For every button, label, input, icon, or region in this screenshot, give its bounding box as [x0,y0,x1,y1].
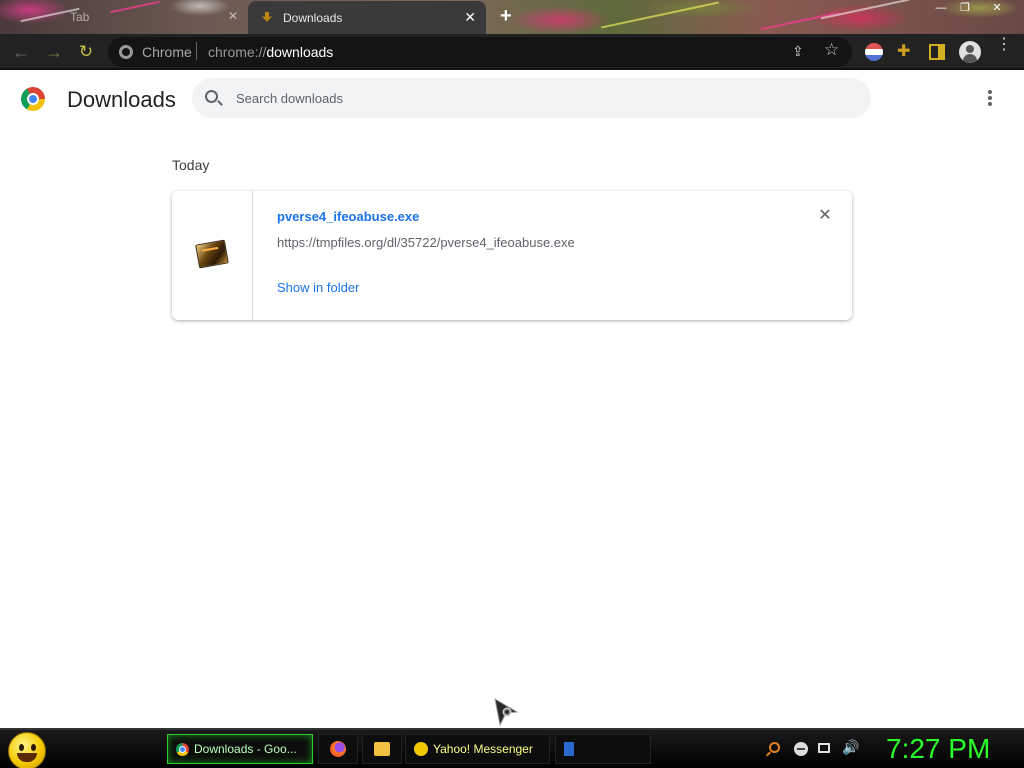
wallpaper-scribble [601,1,719,29]
explorer-icon [374,742,390,756]
volume-icon[interactable]: 🔊 [842,739,859,755]
network-icon[interactable] [818,743,830,753]
menu-icon[interactable]: ⋮ [996,37,1012,53]
file-source-url[interactable]: https://tmpfiles.org/dl/35722/pverse4_if… [277,235,575,250]
tab-downloads[interactable]: Downloads ✕ [248,1,486,34]
taskbar-item-chrome[interactable]: Downloads - Goo... [167,734,313,764]
yahoo-messenger-icon [414,742,428,756]
exe-file-icon [195,239,229,269]
tab-strip: Tab ✕ Downloads ✕ + — ❐ ✕ [0,0,1024,34]
address-url[interactable]: chrome://downloads [208,44,333,60]
new-tab-button[interactable]: + [500,5,512,28]
firefox-icon [330,741,346,757]
taskbar-item-label: Yahoo! Messenger [433,742,533,756]
reload-button[interactable]: ↻ [74,40,98,64]
forward-button[interactable]: → [42,40,66,64]
tab-title: Downloads [283,10,343,25]
start-button[interactable] [8,732,46,768]
site-chip: Chrome [142,44,192,60]
puzzle-icon[interactable]: ✚ [897,41,910,61]
taskbar-item-app[interactable] [555,734,651,764]
downloads-page: Downloads Today pverse4_ifeoabuse.exe ht… [0,72,1024,728]
page-title: Downloads [67,87,176,112]
address-separator [196,42,197,60]
close-window-button[interactable]: ✕ [982,1,1012,15]
extension-flag-icon[interactable] [865,43,883,61]
taskbar-item-explorer[interactable] [362,734,402,764]
search-input[interactable] [236,88,836,108]
taskbar-item-firefox[interactable] [318,734,358,764]
date-heading: Today [172,157,210,173]
file-icon-column [172,191,253,320]
side-panel-icon[interactable] [929,44,945,60]
profile-icon[interactable] [959,41,981,63]
search-icon[interactable] [769,742,780,753]
download-item: pverse4_ifeoabuse.exe https://tmpfiles.o… [172,191,852,320]
mouse-cursor-icon [494,698,518,726]
search-icon [205,90,218,103]
url-prefix: chrome:// [208,44,267,60]
taskbar-item-label: Downloads - Goo... [194,742,297,756]
tab-title: Tab [70,10,90,24]
browser-toolbar: ← → ↻ Chrome chrome://downloads ⇪ ☆ ✚ ⋮ [0,34,1024,70]
app-icon [564,742,574,756]
tab-close-icon[interactable]: ✕ [228,9,238,23]
address-bar[interactable]: Chrome chrome://downloads ⇪ ☆ [108,37,852,67]
search-box[interactable] [192,78,871,118]
tab-close-icon[interactable]: ✕ [464,9,476,26]
url-host: downloads [266,44,334,60]
more-actions-icon[interactable] [985,90,995,110]
back-button[interactable]: ← [9,40,33,64]
chrome-logo-icon [21,87,45,111]
tab-background[interactable]: Tab ✕ [0,2,248,32]
star-icon[interactable]: ☆ [824,40,839,60]
share-icon[interactable]: ⇪ [792,43,804,60]
download-icon [262,12,272,22]
minus-circle-icon[interactable] [794,742,808,756]
chrome-site-icon [119,45,133,59]
taskbar-item-yahoo-messenger[interactable]: Yahoo! Messenger [405,734,550,764]
remove-download-icon[interactable]: ✕ [817,208,833,224]
maximize-button[interactable]: ❐ [950,1,980,15]
show-in-folder-link[interactable]: Show in folder [277,280,359,295]
clock[interactable]: 7:27 PM [886,733,990,765]
wallpaper-scribble [760,11,840,31]
wallpaper-scribble [820,0,910,20]
file-name-link[interactable]: pverse4_ifeoabuse.exe [277,209,419,224]
taskbar: Downloads - Goo... Yahoo! Messenger 🔊 7:… [0,728,1024,768]
chrome-icon [176,742,189,756]
